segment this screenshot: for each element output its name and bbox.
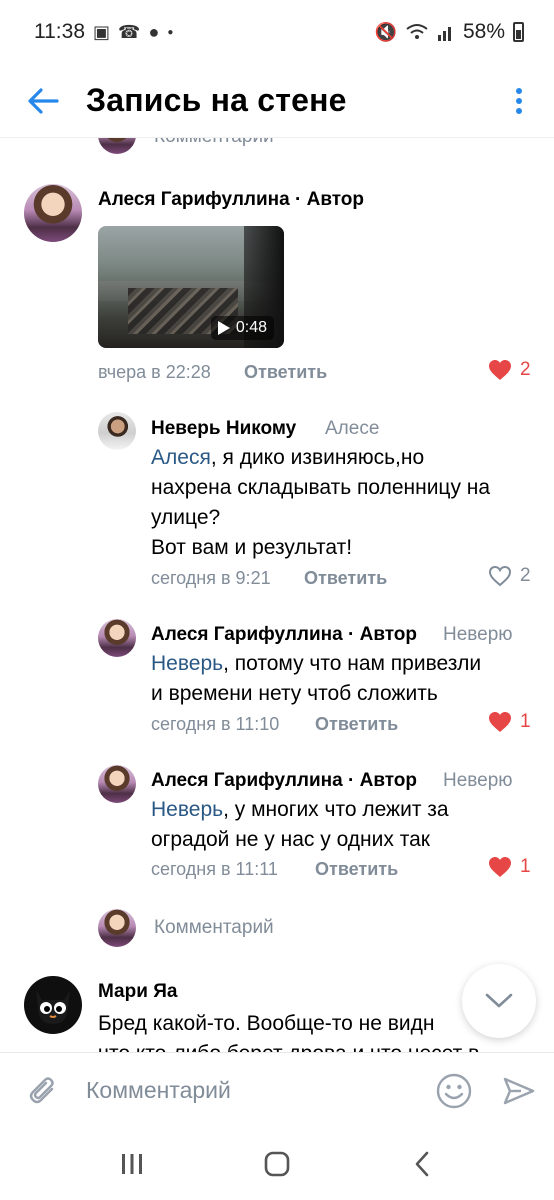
mention-link[interactable]: Неверь [151,798,223,821]
home-icon [264,1151,290,1177]
thread-reply-field[interactable]: Комментарий [154,917,274,939]
like-button[interactable]: 2 [488,565,531,587]
page-title: Запись на стене [86,82,347,118]
signal-icon [437,27,451,41]
send-icon [503,1077,535,1104]
mute-icon: 🔇 [374,21,397,42]
status-bar: 11:38 ▣ ☎ ● ● 🔇 58% [0,0,554,64]
comment-input[interactable] [86,1060,424,1121]
comment-time: сегодня в 11:10 [151,714,280,734]
comment-text-line: и времени нету чтоб сложить [151,682,438,705]
comment-text: Неверь, у многих что лежит за оградой не… [151,795,541,855]
status-time: 11:38 [34,20,85,43]
whatsapp-notification-icon: ☎ [118,21,141,42]
comment-time: сегодня в 11:11 [151,859,278,879]
like-button[interactable]: 2 [488,359,531,381]
like-count: 2 [520,565,531,586]
mention-link[interactable]: Алеся [151,446,211,469]
comment-text-line: улице? [151,506,221,529]
comment-author[interactable]: Алеся Гарифуллина · Автор [151,624,417,646]
avatar[interactable] [98,412,136,450]
heart-outline-icon [488,565,512,587]
avatar[interactable] [24,184,82,242]
like-count: 2 [520,359,531,380]
comment-text-line: что кто-либо берет дрова и что несет в [98,1039,538,1052]
reply-comment-field[interactable]: Комментарий [154,138,274,148]
smile-icon [436,1073,472,1108]
comment-time: сегодня в 9:21 [151,568,271,588]
system-back-button[interactable] [382,1134,462,1194]
reply-button[interactable]: Ответить [304,568,387,589]
app-header: Запись на стене [0,64,554,138]
avatar[interactable] [24,976,82,1034]
gallery-notification-icon: ▣ [93,21,111,42]
reply-to-label[interactable]: Алесе [325,418,379,440]
battery-percent: 58% [462,20,505,43]
comment-author[interactable]: Алеся Гарифуллина · Автор [151,770,417,792]
back-button[interactable] [0,64,86,138]
emoji-button[interactable] [424,1053,484,1129]
arrow-left-icon [28,87,59,114]
chevron-down-icon [485,993,513,1008]
wifi-icon [406,24,428,39]
reply-to-label[interactable]: Неверю [443,770,513,792]
more-notifications-icon: ● [167,26,174,38]
status-right: 🔇 58% [375,20,524,44]
mention-link[interactable]: Неверь [151,652,223,675]
like-button[interactable]: 1 [488,711,531,733]
heart-filled-icon [489,712,511,732]
video-attachment[interactable]: 0:48 [98,226,284,348]
scroll-down-button[interactable] [462,964,536,1038]
comment-text: Неверь, потому что нам привезли и времен… [151,649,541,709]
heart-filled-icon [489,857,511,877]
comment-text-segment: , у многих что лежит за [223,798,449,821]
comment-author[interactable]: Мари Яа [98,981,177,1003]
like-button[interactable]: 1 [488,856,531,878]
more-options-button[interactable] [484,64,554,138]
like-count: 1 [520,856,531,877]
comment-text: Алеся, я дико извиняюсь,но нахрена склад… [151,443,541,563]
paperclip-icon [29,1076,54,1103]
send-button[interactable] [484,1053,554,1129]
message-notification-icon: ● [148,21,160,42]
comment-author[interactable]: Алеся Гарифуллина · Автор [98,189,364,211]
chevron-left-icon [415,1151,428,1177]
comment-text-line: оградой не у нас у одних так [151,828,430,851]
reply-button[interactable]: Ответить [315,714,398,735]
recent-apps-button[interactable] [92,1134,172,1194]
avatar[interactable] [98,765,136,803]
comment-time: вчера в 22:28 [98,362,211,382]
avatar [98,138,136,154]
comment-text-line: Вот вам и результат! [151,536,353,559]
video-duration: 0:48 [210,316,274,340]
avatar [98,909,136,947]
like-count: 1 [520,711,531,732]
reply-button[interactable]: Ответить [315,859,398,880]
comment-text-line: нахрена складывать поленницу на [151,476,491,499]
reply-button[interactable]: Ответить [244,362,327,383]
comment-composer [0,1052,554,1128]
play-icon [217,321,230,335]
comment-text-line: Неверь, потому что нам привезли [151,649,541,679]
heart-filled-icon [489,360,511,380]
duration-label: 0:48 [235,319,267,336]
attach-button[interactable] [0,1053,86,1129]
recents-icon [122,1154,143,1174]
reply-to-label[interactable]: Неверю [443,624,513,646]
system-nav-bar [0,1128,554,1200]
more-vertical-icon [516,87,522,114]
comment-text-line: Неверь, у многих что лежит за [151,795,541,825]
comment-author[interactable]: Неверь Никому [151,418,296,440]
comment-text-line: Алеся, я дико извиняюсь,но [151,443,541,473]
battery-icon [513,22,524,42]
comment-text-segment: , я дико извиняюсь,но [210,446,425,469]
avatar[interactable] [98,619,136,657]
black-cat-icon [36,990,70,1024]
status-left: 11:38 ▣ ☎ ● ● [34,20,173,44]
comment-text-segment: , потому что нам привезли [223,652,482,675]
comments-feed[interactable]: Комментарий Алеся Гарифуллина · Автор 0:… [0,138,554,1052]
home-button[interactable] [237,1134,317,1194]
